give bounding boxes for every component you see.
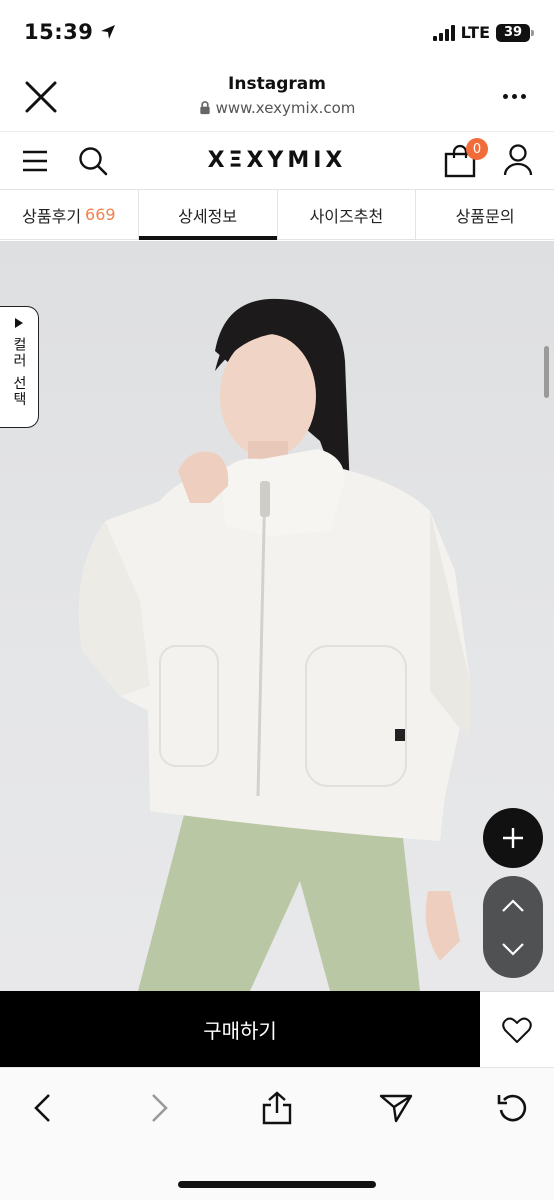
- tab-reviews[interactable]: 상품후기 669: [0, 190, 139, 239]
- heart-icon: [502, 1017, 532, 1043]
- home-indicator: [178, 1181, 376, 1188]
- buy-bar: 구매하기: [0, 991, 554, 1067]
- add-button[interactable]: [483, 808, 543, 868]
- tab-label: 상품후기: [22, 206, 82, 226]
- reload-button[interactable]: [493, 1088, 533, 1128]
- tab-details[interactable]: 상세정보: [138, 190, 278, 240]
- status-time: 15:39: [24, 20, 94, 44]
- color-select-label: 컬러 선택: [11, 337, 27, 408]
- user-icon: [503, 144, 533, 176]
- more-icon: [503, 94, 508, 99]
- cart-button[interactable]: 0: [444, 138, 488, 180]
- scroll-nav: [483, 876, 543, 978]
- user-button[interactable]: [503, 144, 533, 180]
- more-icon-dot: [521, 94, 526, 99]
- scroll-up-button[interactable]: [493, 889, 533, 923]
- forward-icon: [152, 1094, 168, 1122]
- share-button[interactable]: [257, 1088, 297, 1128]
- signal-icon: [432, 24, 455, 41]
- more-button[interactable]: [503, 94, 526, 99]
- triangle-right-icon: [15, 318, 23, 328]
- location-arrow-icon: [101, 25, 116, 39]
- reload-icon: [497, 1094, 527, 1122]
- product-image: [0, 241, 554, 991]
- forward-button[interactable]: [140, 1088, 180, 1128]
- product-tabs: 상품후기 669 상세정보 사이즈추천 상품문의: [0, 190, 554, 240]
- back-icon: [34, 1094, 50, 1122]
- scroll-down-button[interactable]: [493, 932, 533, 966]
- browser-toolbar: [0, 1067, 554, 1200]
- battery-level: 39: [503, 25, 523, 40]
- share-icon: [262, 1091, 292, 1125]
- scroll-indicator[interactable]: [544, 346, 549, 398]
- chevron-down-icon: [502, 942, 524, 956]
- browser-header: Instagram www.xexymix.com: [0, 64, 554, 132]
- plus-icon: [503, 828, 523, 848]
- send-icon: [379, 1094, 413, 1123]
- chevron-up-icon: [502, 898, 524, 912]
- site-nav: XΞXYMIX 0: [0, 132, 554, 190]
- url-text: www.xexymix.com: [215, 99, 356, 117]
- tab-label: 상세정보: [178, 206, 238, 226]
- status-time-group: 15:39: [24, 20, 117, 44]
- tab-inquiry[interactable]: 상품문의: [416, 190, 554, 239]
- battery-icon: 39: [496, 23, 534, 42]
- buy-button[interactable]: 구매하기: [0, 991, 480, 1067]
- browser-title: Instagram: [228, 74, 326, 94]
- product-photo: [78, 298, 471, 991]
- wishlist-button[interactable]: [480, 991, 554, 1067]
- send-button[interactable]: [376, 1088, 416, 1128]
- more-icon-dot: [512, 94, 517, 99]
- status-indicators: LTE 39: [432, 23, 534, 42]
- cart-count-badge: 0: [466, 138, 488, 160]
- status-bar: 15:39 LTE 39: [0, 0, 554, 64]
- network-type: LTE: [460, 23, 490, 42]
- lock-icon: [199, 101, 210, 115]
- back-button[interactable]: [22, 1088, 62, 1128]
- url-display[interactable]: www.xexymix.com: [199, 99, 356, 117]
- review-count: 669: [85, 205, 116, 224]
- header-center: Instagram www.xexymix.com: [0, 74, 554, 119]
- color-select-tab[interactable]: 컬러 선택: [0, 306, 39, 428]
- tab-label: 사이즈추천: [309, 206, 384, 226]
- tab-label: 상품문의: [455, 206, 515, 226]
- tab-size-recommend[interactable]: 사이즈추천: [278, 190, 417, 239]
